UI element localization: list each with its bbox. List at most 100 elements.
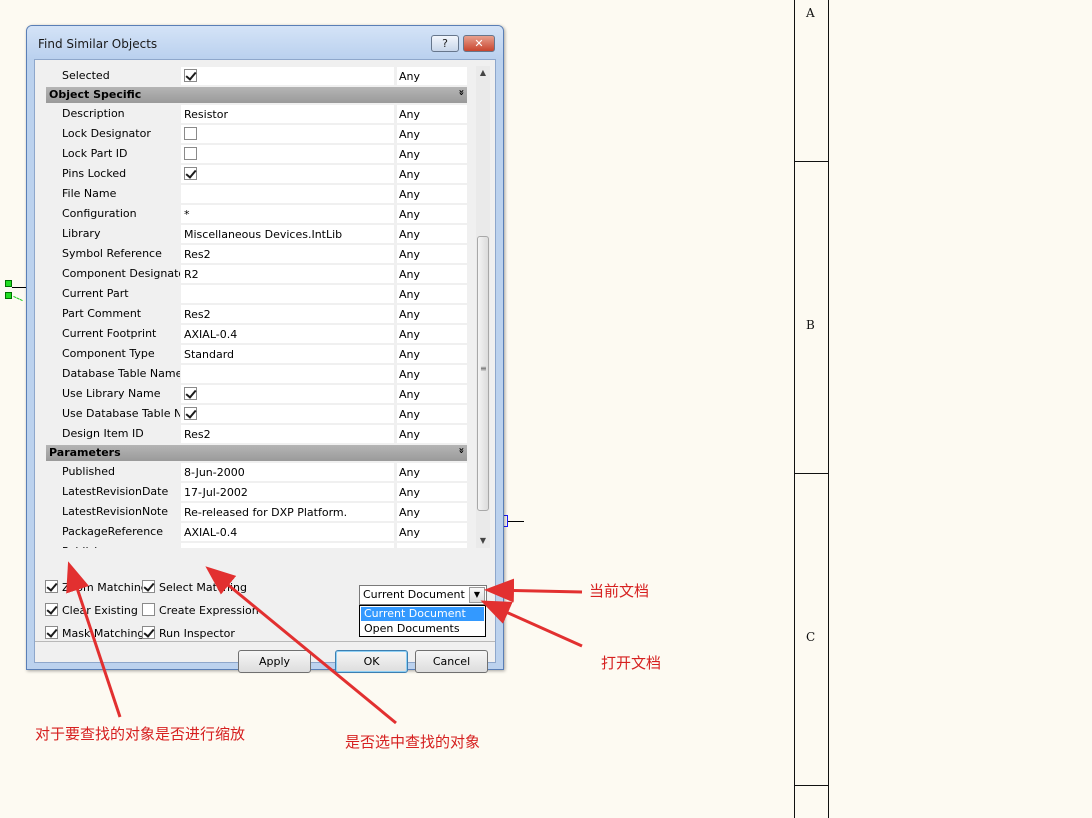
property-value[interactable]: [181, 125, 394, 143]
match-kind-select[interactable]: Any: [397, 523, 467, 541]
property-value[interactable]: [181, 185, 394, 203]
create-expression-checkbox[interactable]: [142, 603, 155, 616]
property-name: Component Type: [62, 347, 155, 360]
property-value[interactable]: 8-Jun-2000: [181, 463, 394, 481]
match-kind-select[interactable]: Any: [397, 305, 467, 323]
mask-matching-checkbox[interactable]: [45, 626, 58, 639]
match-kind-select[interactable]: Any: [397, 405, 467, 423]
run-inspector-checkbox[interactable]: [142, 626, 155, 639]
property-value[interactable]: [181, 145, 394, 163]
match-kind-select[interactable]: Any: [397, 365, 467, 383]
property-value[interactable]: Altium Limited: [181, 543, 394, 548]
property-value[interactable]: [181, 285, 394, 303]
match-kind-select[interactable]: Any: [397, 185, 467, 203]
run-inspector-option[interactable]: Run Inspector: [142, 626, 235, 642]
annotation-select-note: 是否选中查找的对象: [345, 733, 481, 751]
component-pin-handle[interactable]: [5, 280, 12, 287]
match-kind-select[interactable]: Any: [397, 463, 467, 481]
match-kind-select[interactable]: Any: [397, 483, 467, 501]
select-matching-option[interactable]: Select Matching: [142, 580, 247, 596]
match-kind-select[interactable]: Any: [397, 543, 467, 548]
match-kind-select[interactable]: Any: [397, 425, 467, 443]
schematic-wire: [508, 521, 524, 522]
match-kind-select[interactable]: Any: [397, 225, 467, 243]
match-kind-select[interactable]: Any: [397, 285, 467, 303]
component-pin-handle[interactable]: [5, 292, 12, 299]
clear-existing-checkbox[interactable]: [45, 603, 58, 616]
mask-matching-option[interactable]: Mask Matching: [45, 626, 144, 642]
property-value[interactable]: Standard: [181, 345, 394, 363]
property-value[interactable]: AXIAL-0.4: [181, 325, 394, 343]
property-value[interactable]: [181, 67, 394, 85]
match-kind-select[interactable]: Any: [397, 385, 467, 403]
grid-scrollbar[interactable]: ▲ ≡ ▼: [476, 66, 490, 548]
match-kind-select[interactable]: Any: [397, 245, 467, 263]
close-button[interactable]: ✕: [463, 35, 495, 52]
match-kind-select[interactable]: Any: [397, 503, 467, 521]
property-name: Library: [62, 227, 101, 240]
scope-option-open-documents[interactable]: Open Documents: [361, 622, 484, 636]
property-checkbox[interactable]: [184, 167, 197, 180]
match-kind-select[interactable]: Any: [397, 165, 467, 183]
match-kind-select[interactable]: Any: [397, 345, 467, 363]
property-checkbox[interactable]: [184, 147, 197, 160]
property-value[interactable]: 17-Jul-2002: [181, 483, 394, 501]
select-matching-checkbox[interactable]: [142, 580, 155, 593]
group-header[interactable]: Parameters »: [46, 445, 467, 461]
property-value[interactable]: Res2: [181, 425, 394, 443]
property-checkbox[interactable]: [184, 387, 197, 400]
property-value[interactable]: Miscellaneous Devices.IntLib: [181, 225, 394, 243]
property-checkbox[interactable]: [184, 407, 197, 420]
create-expression-option[interactable]: Create Expression: [142, 603, 259, 619]
property-value[interactable]: Re-released for DXP Platform.: [181, 503, 394, 521]
property-row: PackageReference AXIAL-0.4 Any: [46, 522, 476, 542]
collapse-chevron-icon[interactable]: »: [455, 447, 466, 453]
schematic-wire: [12, 287, 26, 288]
mask-matching-label: Mask Matching: [62, 627, 145, 640]
annotation-open-documents: 打开文档: [601, 654, 662, 672]
property-row: Pins Locked Any: [46, 164, 476, 184]
match-kind-select[interactable]: Any: [397, 325, 467, 343]
help-button[interactable]: ?: [431, 35, 459, 52]
property-value-text: Altium Limited: [184, 546, 264, 548]
scope-option-current-document[interactable]: Current Document: [361, 607, 484, 621]
scope-select[interactable]: Current Document ▼: [359, 585, 487, 605]
property-checkbox[interactable]: [184, 69, 197, 82]
ok-button[interactable]: OK: [335, 650, 408, 673]
clear-existing-label: Clear Existing: [62, 604, 138, 617]
property-value[interactable]: Res2: [181, 305, 394, 323]
scrollbar-thumb[interactable]: ≡: [477, 236, 489, 511]
property-value[interactable]: [181, 405, 394, 423]
property-value[interactable]: AXIAL-0.4: [181, 523, 394, 541]
scroll-up-arrow-icon[interactable]: ▲: [476, 66, 490, 80]
cancel-button[interactable]: Cancel: [415, 650, 488, 673]
apply-button[interactable]: Apply: [238, 650, 311, 673]
match-kind-select[interactable]: Any: [397, 105, 467, 123]
property-value-text: R2: [184, 268, 199, 281]
property-value[interactable]: Resistor: [181, 105, 394, 123]
property-checkbox[interactable]: [184, 127, 197, 140]
property-name: Current Footprint: [62, 327, 157, 340]
match-kind-select[interactable]: Any: [397, 67, 467, 85]
collapse-chevron-icon[interactable]: »: [455, 89, 466, 95]
property-value[interactable]: R2: [181, 265, 394, 283]
clear-existing-option[interactable]: Clear Existing: [45, 603, 138, 619]
match-kind-select[interactable]: Any: [397, 145, 467, 163]
dialog-titlebar[interactable]: Find Similar Objects ? ✕: [27, 26, 503, 60]
property-row: Library Miscellaneous Devices.IntLib Any: [46, 224, 476, 244]
match-kind-select[interactable]: Any: [397, 205, 467, 223]
match-kind-select[interactable]: Any: [397, 125, 467, 143]
scroll-down-arrow-icon[interactable]: ▼: [476, 534, 490, 548]
property-value[interactable]: *: [181, 205, 394, 223]
chevron-down-icon[interactable]: ▼: [469, 587, 485, 603]
property-value[interactable]: [181, 365, 394, 383]
zoom-matching-checkbox[interactable]: [45, 580, 58, 593]
zoom-matching-option[interactable]: Zoom Matching: [45, 580, 148, 596]
property-value[interactable]: [181, 385, 394, 403]
match-kind-select[interactable]: Any: [397, 265, 467, 283]
property-value[interactable]: Res2: [181, 245, 394, 263]
property-value[interactable]: [181, 165, 394, 183]
property-name: Description: [62, 107, 125, 120]
group-header[interactable]: Object Specific »: [46, 87, 467, 103]
property-value-text: Miscellaneous Devices.IntLib: [184, 228, 343, 241]
